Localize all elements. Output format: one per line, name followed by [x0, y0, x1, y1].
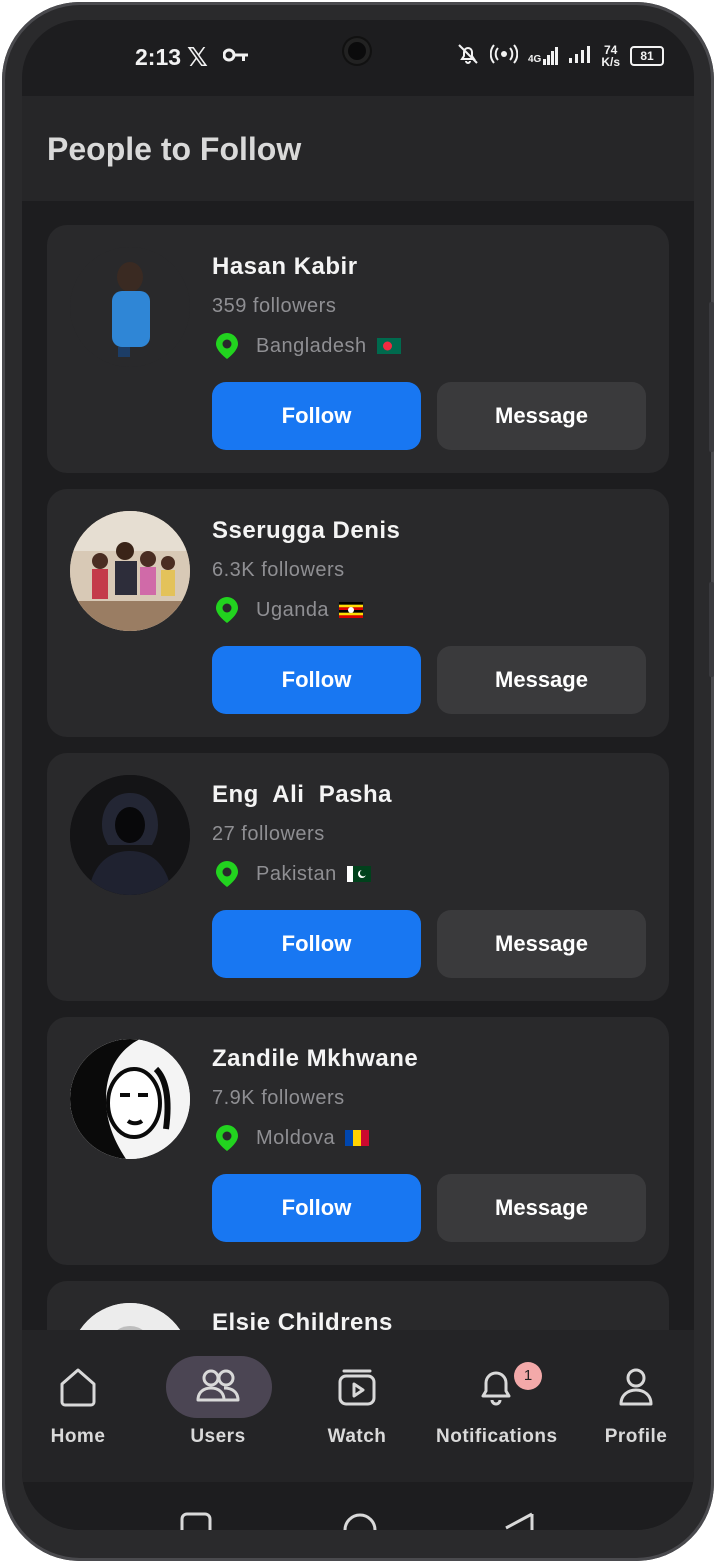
follower-count: 7.9K followers: [212, 1087, 345, 1109]
message-button[interactable]: Message: [437, 1174, 646, 1242]
status-time: 2:13: [135, 44, 182, 70]
hotspot-icon: [489, 44, 519, 67]
volume-button: [709, 302, 714, 452]
profile-icon: [619, 1368, 653, 1406]
person-name[interactable]: Sserugga Denis: [212, 517, 400, 545]
person-name[interactable]: Zandile Mkhwane: [212, 1045, 418, 1073]
country-name: Bangladesh: [256, 334, 367, 357]
nav-profile[interactable]: Profile: [576, 1352, 694, 1462]
follower-count: 6.3K followers: [212, 559, 345, 581]
location-pin-icon: [216, 1125, 238, 1151]
key-icon: [222, 48, 249, 67]
location-pin-icon: [216, 861, 238, 887]
x-app-icon: 𝕏: [187, 42, 208, 72]
pakistan-flag-icon: [346, 866, 371, 883]
location: Moldova: [212, 1123, 370, 1153]
person-card: Sserugga Denis 6.3K followers Uganda Fol…: [47, 489, 669, 737]
page-title: People to Follow: [47, 131, 302, 167]
bell-icon: [481, 1371, 511, 1406]
users-icon: [196, 1369, 240, 1402]
net-speed-unit: K/s: [601, 54, 620, 69]
system-nav-bar: [22, 1482, 694, 1530]
moldova-flag-icon: [345, 1130, 370, 1147]
country-name: Moldova: [256, 1126, 336, 1149]
uganda-flag-icon: [339, 602, 364, 619]
net-speed: 74 K/s: [601, 44, 620, 68]
follow-button[interactable]: Follow: [212, 382, 421, 450]
notification-badge: 1: [514, 1362, 542, 1390]
person-card: Hasan Kabir 359 followers Bangladesh Fol…: [47, 225, 669, 473]
back-icon[interactable]: [502, 1512, 536, 1530]
home-button-icon[interactable]: [342, 1512, 378, 1530]
avatar[interactable]: [70, 1303, 190, 1330]
avatar[interactable]: [70, 511, 190, 631]
person-card: Eng Ali Pasha 27 followers Pakistan Foll…: [47, 753, 669, 1001]
status-bar: 2:13 𝕏 4G 74 K/s 81: [22, 20, 694, 96]
avatar[interactable]: [70, 1039, 190, 1159]
avatar[interactable]: [70, 775, 190, 895]
message-button[interactable]: Message: [437, 646, 646, 714]
nav-home[interactable]: Home: [22, 1352, 138, 1462]
location: Bangladesh: [212, 331, 401, 361]
location-pin-icon: [216, 597, 238, 623]
lte-label: 4G: [527, 53, 542, 65]
follow-button[interactable]: Follow: [212, 1174, 421, 1242]
mute-icon: [456, 42, 480, 69]
follow-button[interactable]: Follow: [212, 910, 421, 978]
lte-signal-icon: 4G: [527, 46, 559, 65]
country-name: Uganda: [256, 598, 330, 621]
signal-icon: [569, 45, 591, 66]
power-button: [709, 582, 714, 677]
nav-watch[interactable]: Watch: [297, 1352, 417, 1462]
nav-users-label: Users: [190, 1426, 246, 1447]
home-icon: [60, 1368, 96, 1407]
location: Uganda: [212, 595, 364, 625]
person-card: Zandile Mkhwane 7.9K followers Moldova F…: [47, 1017, 669, 1265]
screen: 2:13 𝕏 4G 74 K/s 81 People to Follow Has…: [22, 20, 694, 1530]
message-button[interactable]: Message: [437, 382, 646, 450]
nav-users[interactable]: Users: [158, 1352, 278, 1462]
recents-icon[interactable]: [180, 1512, 212, 1530]
person-card: Elsie Childrens: [47, 1281, 669, 1330]
people-list[interactable]: Hasan Kabir 359 followers Bangladesh Fol…: [22, 201, 694, 1330]
follower-count: 27 followers: [212, 823, 325, 845]
watch-icon: [338, 1369, 376, 1406]
nav-home-label: Home: [50, 1426, 106, 1447]
app-header: People to Follow: [22, 96, 694, 201]
bangladesh-flag-icon: [376, 338, 401, 355]
follower-count: 359 followers: [212, 295, 337, 317]
front-camera: [344, 38, 370, 64]
nav-profile-label: Profile: [604, 1426, 668, 1447]
country-name: Pakistan: [256, 862, 337, 885]
person-name[interactable]: Elsie Childrens: [212, 1309, 393, 1330]
bottom-nav: Home Users Watch 1 Notifications Profile: [22, 1330, 694, 1482]
nav-watch-label: Watch: [327, 1426, 387, 1447]
person-name[interactable]: Hasan Kabir: [212, 253, 358, 281]
location-pin-icon: [216, 333, 238, 359]
nav-notifications[interactable]: 1 Notifications: [436, 1352, 558, 1462]
avatar[interactable]: [70, 247, 190, 367]
message-button[interactable]: Message: [437, 910, 646, 978]
follow-button[interactable]: Follow: [212, 646, 421, 714]
net-speed-value: 74: [603, 42, 618, 57]
location: Pakistan: [212, 859, 371, 889]
person-name[interactable]: Eng Ali Pasha: [212, 781, 392, 809]
battery-icon: 81: [630, 45, 664, 66]
nav-notifications-label: Notifications: [436, 1426, 558, 1447]
